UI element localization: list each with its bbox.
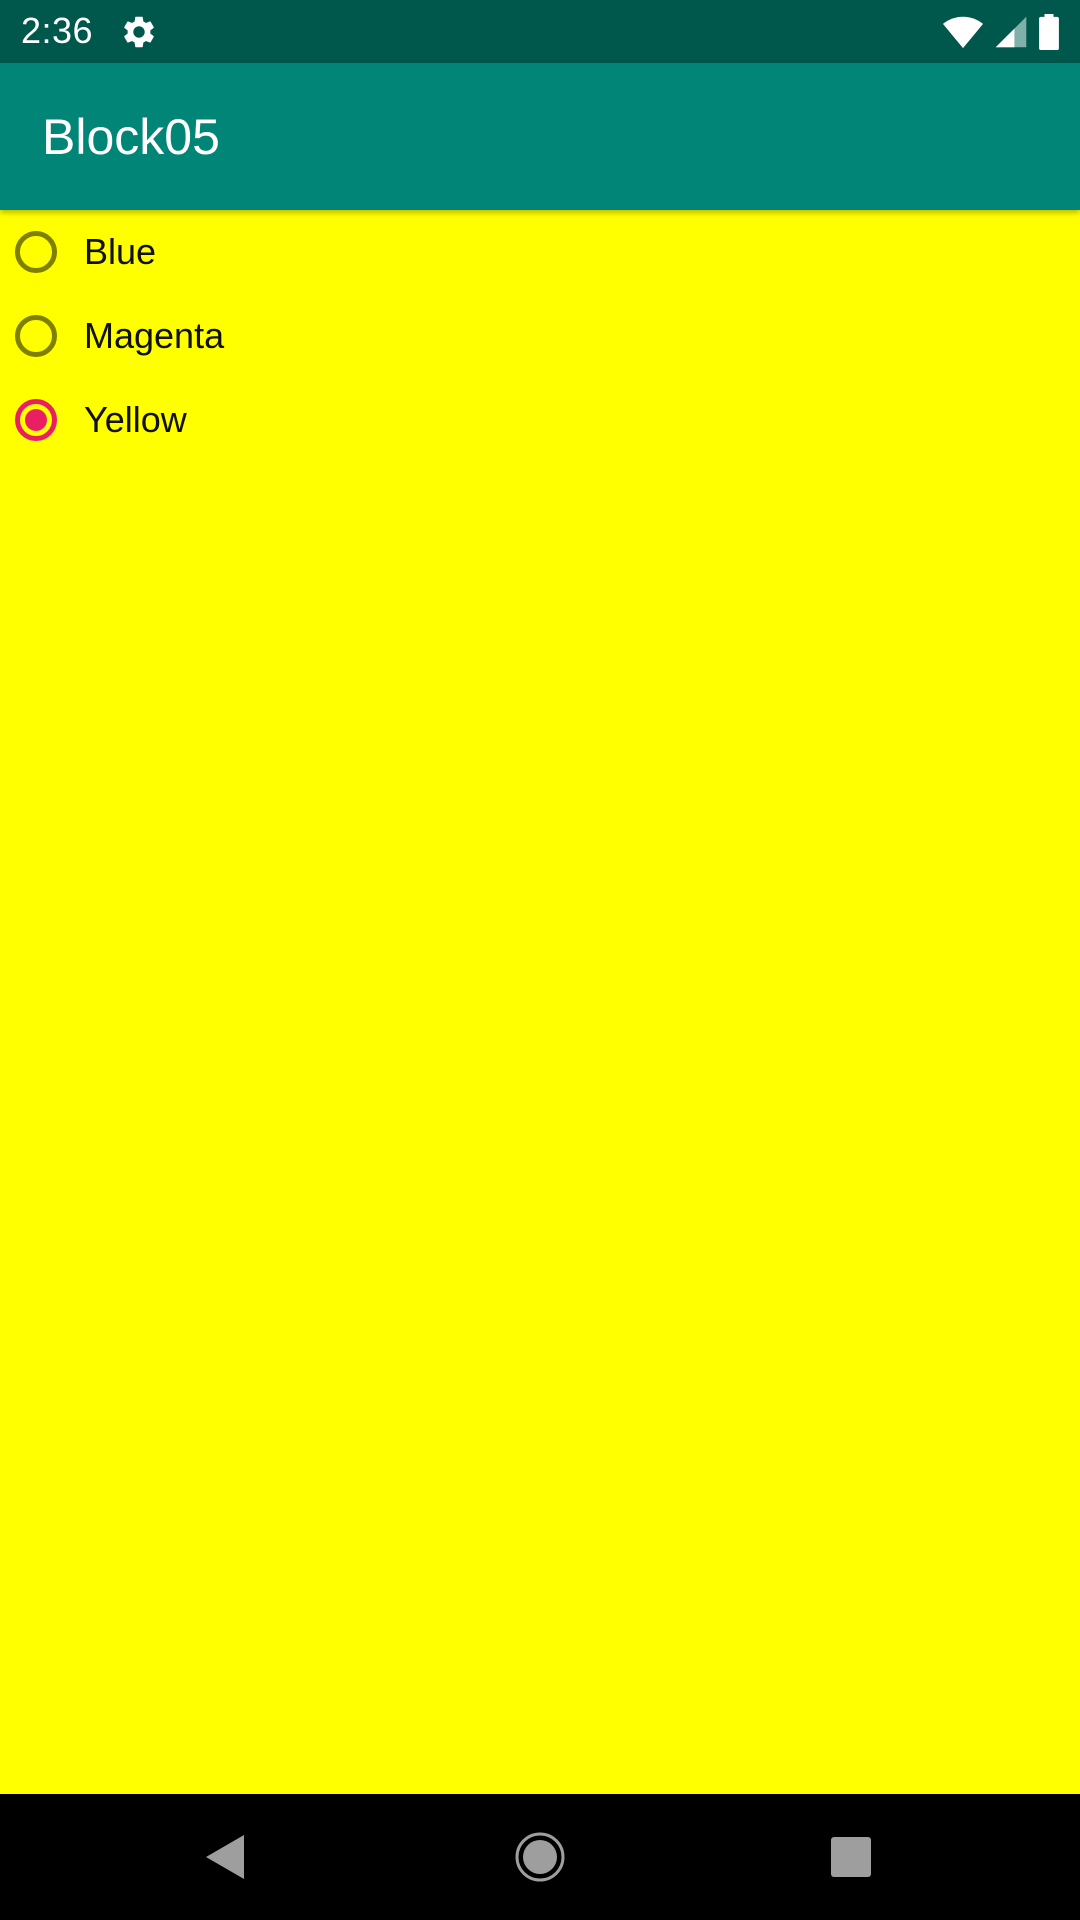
content-area: Blue Magenta Yellow — [0, 210, 1080, 1794]
cellular-signal-icon — [995, 16, 1027, 48]
radio-option-yellow[interactable]: Yellow — [0, 378, 1080, 462]
recents-icon — [831, 1837, 871, 1877]
wifi-icon — [942, 16, 984, 49]
radio-label-magenta: Magenta — [84, 315, 225, 356]
recents-button[interactable] — [818, 1824, 884, 1890]
status-time: 2:36 — [21, 10, 94, 51]
navigation-bar — [0, 1794, 1080, 1920]
home-icon — [515, 1832, 565, 1882]
back-button[interactable] — [191, 1824, 257, 1890]
radio-option-blue[interactable]: Blue — [0, 210, 1080, 294]
radio-label-blue: Blue — [84, 231, 157, 272]
radio-button-unchecked-icon[interactable] — [15, 231, 57, 273]
radio-dot — [25, 409, 47, 431]
app-title: Block05 — [42, 109, 220, 165]
battery-icon — [1039, 14, 1059, 50]
radio-button-checked-icon[interactable] — [15, 399, 57, 441]
status-icons — [942, 12, 1060, 52]
screen: 2:36 Block05 Blue Magenta Yellow — [0, 0, 1080, 1920]
status-bar: 2:36 — [0, 0, 1080, 63]
back-icon — [206, 1835, 244, 1879]
home-button[interactable] — [507, 1824, 573, 1890]
radio-button-unchecked-icon[interactable] — [15, 315, 57, 357]
app-bar: Block05 — [0, 63, 1080, 210]
settings-gear-icon — [124, 16, 154, 48]
radio-label-yellow: Yellow — [84, 399, 187, 440]
radio-option-magenta[interactable]: Magenta — [0, 294, 1080, 378]
